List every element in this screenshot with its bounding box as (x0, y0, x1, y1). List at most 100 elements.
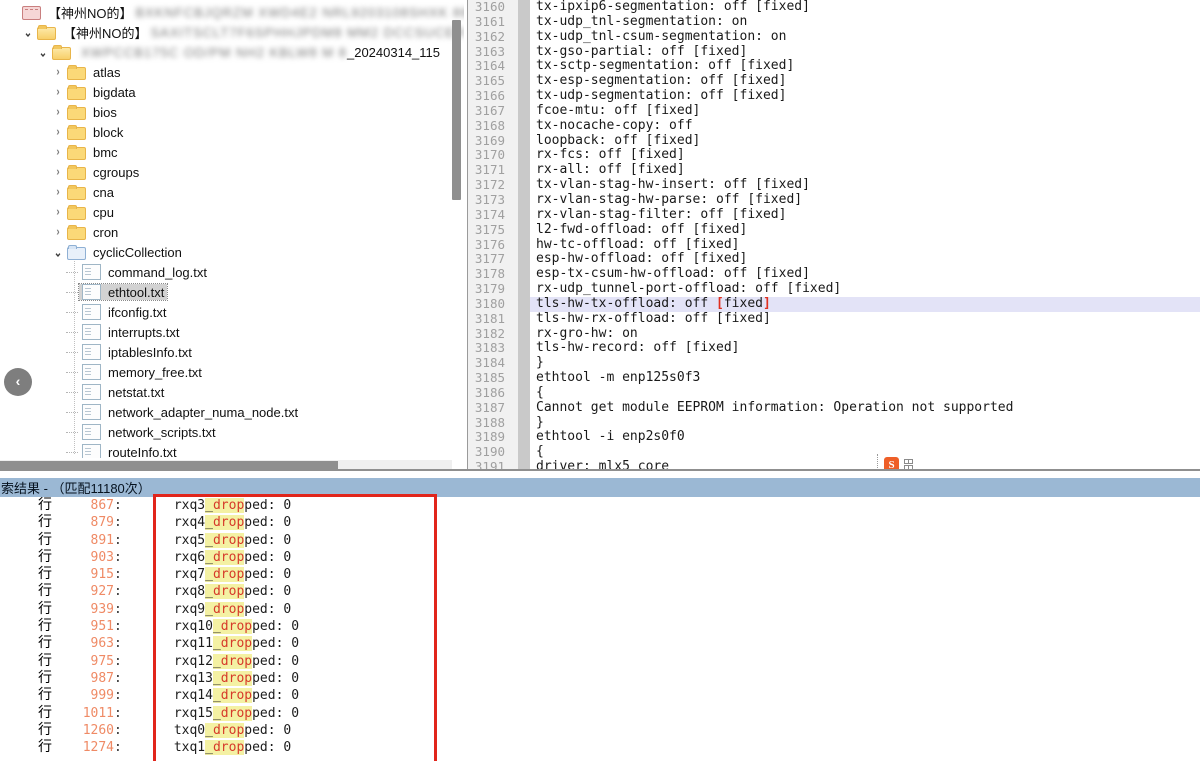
editor-line-3185[interactable]: 3185ethtool -m enp125s0f3 (468, 371, 1200, 386)
tree-file-interrupts.txt[interactable]: interrupts.txt (0, 322, 464, 342)
tree-node-【神州NO的】[interactable]: 【神州NO的】BXKNFCBJQRZM XWD4E2 NRL9203108SHX… (0, 2, 464, 22)
editor-line-3187[interactable]: 3187Cannot get module EEPROM information… (468, 401, 1200, 416)
text-editor[interactable]: 3160tx-ipxip6-segmentation: off [fixed]3… (467, 0, 1200, 470)
chevron-right-icon[interactable]: › (52, 204, 65, 219)
tree-file-ethtool.txt[interactable]: ethtool.txt (0, 282, 464, 302)
editor-line-3179[interactable]: 3179rx-udp_tunnel-port-offload: off [fix… (468, 282, 1200, 297)
line-text: tls-hw-tx-offload: off [fixed] (530, 297, 1200, 312)
result-text: rxq10_dropped: 0 (174, 618, 299, 635)
result-line-number: 891 (52, 532, 114, 549)
editor-line-3177[interactable]: 3177esp-hw-offload: off [fixed] (468, 252, 1200, 267)
result-row-line-1274[interactable]: 行1274:txq1_dropped: 0 (0, 739, 1200, 756)
editor-line-3167[interactable]: 3167fcoe-mtu: off [fixed] (468, 104, 1200, 119)
result-row-line-927[interactable]: 行927:rxq8_dropped: 0 (0, 583, 1200, 600)
tree-file-netstat.txt[interactable]: netstat.txt (0, 382, 464, 402)
editor-line-3174[interactable]: 3174rx-vlan-stag-filter: off [fixed] (468, 208, 1200, 223)
result-row-line-939[interactable]: 行939:rxq9_dropped: 0 (0, 601, 1200, 618)
colon: : (114, 566, 122, 583)
search-results-list[interactable]: 行867:rxq3_dropped: 0行879:rxq4_dropped: 0… (0, 497, 1200, 761)
tree-node-cron[interactable]: ›cron (0, 222, 464, 242)
editor-line-3175[interactable]: 3175l2-fwd-offload: off [fixed] (468, 223, 1200, 238)
chevron-right-icon[interactable]: › (52, 84, 65, 99)
editor-line-3162[interactable]: 3162tx-udp_tnl-csum-segmentation: on (468, 30, 1200, 45)
result-row-line-867[interactable]: 行867:rxq3_dropped: 0 (0, 497, 1200, 514)
result-row-line-903[interactable]: 行903:rxq6_dropped: 0 (0, 549, 1200, 566)
gutter-band (518, 238, 530, 253)
tree-horizontal-scrollbar-thumb[interactable] (0, 461, 338, 469)
folder-icon (67, 87, 86, 100)
chevron-right-icon[interactable]: › (52, 144, 65, 159)
result-row-line-999[interactable]: 行999:rxq14_dropped: 0 (0, 687, 1200, 704)
tree-node-bmc[interactable]: ›bmc (0, 142, 464, 162)
tree-file-network_scripts.txt[interactable]: network_scripts.txt (0, 422, 464, 442)
editor-line-3169[interactable]: 3169loopback: off [fixed] (468, 134, 1200, 149)
tree-node-cyclicCollection[interactable]: ⌄cyclicCollection (0, 242, 464, 262)
editor-line-3161[interactable]: 3161tx-udp_tnl-segmentation: on (468, 15, 1200, 30)
tree-node-bigdata[interactable]: ›bigdata (0, 82, 464, 102)
line-text: tx-udp_tnl-csum-segmentation: on (530, 30, 1200, 45)
tree-node-【神州NO的】[interactable]: ⌄【神州NO的】SAXITSCLT7F6SPHHJPDM8 MM2 DCCSUC… (0, 22, 464, 42)
chevron-right-icon[interactable]: › (52, 164, 65, 179)
tree-file-routeInfo.txt[interactable]: routeInfo.txt (0, 442, 464, 458)
chevron-down-icon[interactable]: ⌄ (52, 244, 65, 259)
tree-node-cpu[interactable]: ›cpu (0, 202, 464, 222)
text-file-icon (82, 324, 101, 340)
editor-line-3160[interactable]: 3160tx-ipxip6-segmentation: off [fixed] (468, 0, 1200, 15)
editor-line-3170[interactable]: 3170rx-fcs: off [fixed] (468, 148, 1200, 163)
editor-line-3165[interactable]: 3165tx-esp-segmentation: off [fixed] (468, 74, 1200, 89)
tree-file-ifconfig.txt[interactable]: ifconfig.txt (0, 302, 464, 322)
tree-file-network_adapter_numa_node.txt[interactable]: network_adapter_numa_node.txt (0, 402, 464, 422)
editor-line-3176[interactable]: 3176hw-tc-offload: off [fixed] (468, 238, 1200, 253)
editor-line-3171[interactable]: 3171rx-all: off [fixed] (468, 163, 1200, 178)
tree-file-iptablesInfo.txt[interactable]: iptablesInfo.txt (0, 342, 464, 362)
editor-line-3183[interactable]: 3183tls-hw-record: off [fixed] (468, 341, 1200, 356)
result-row-line-1260[interactable]: 行1260:txq0_dropped: 0 (0, 722, 1200, 739)
tree-vertical-scrollbar[interactable] (452, 20, 461, 200)
chevron-right-icon[interactable]: › (52, 124, 65, 139)
editor-line-3168[interactable]: 3168tx-nocache-copy: off (468, 119, 1200, 134)
editor-line-3178[interactable]: 3178esp-tx-csum-hw-offload: off [fixed] (468, 267, 1200, 282)
row-label: 行 (38, 497, 52, 514)
line-text: rx-fcs: off [fixed] (530, 148, 1200, 163)
editor-line-3172[interactable]: 3172tx-vlan-stag-hw-insert: off [fixed] (468, 178, 1200, 193)
result-row-line-915[interactable]: 行915:rxq7_dropped: 0 (0, 566, 1200, 583)
chevron-right-icon[interactable]: › (52, 224, 65, 239)
result-row-line-963[interactable]: 行963:rxq11_dropped: 0 (0, 635, 1200, 652)
result-row-line-975[interactable]: 行975:rxq12_dropped: 0 (0, 653, 1200, 670)
result-row-line-879[interactable]: 行879:rxq4_dropped: 0 (0, 514, 1200, 531)
editor-line-3182[interactable]: 3182rx-gro-hw: on (468, 327, 1200, 342)
editor-line-3190[interactable]: 3190{ (468, 445, 1200, 460)
panel-collapse-button[interactable]: ‹ (4, 368, 32, 396)
tree-node-bios[interactable]: ›bios (0, 102, 464, 122)
editor-line-3173[interactable]: 3173rx-vlan-stag-hw-parse: off [fixed] (468, 193, 1200, 208)
tree-file-memory_free.txt[interactable]: memory_free.txt (0, 362, 464, 382)
result-row-line-1011[interactable]: 行1011:rxq15_dropped: 0 (0, 705, 1200, 722)
chevron-right-icon[interactable]: › (52, 184, 65, 199)
result-row-line-951[interactable]: 行951:rxq10_dropped: 0 (0, 618, 1200, 635)
result-row-line-987[interactable]: 行987:rxq13_dropped: 0 (0, 670, 1200, 687)
editor-line-3186[interactable]: 3186{ (468, 386, 1200, 401)
chevron-right-icon[interactable]: › (52, 104, 65, 119)
tree-node-block[interactable]: ›block (0, 122, 464, 142)
tree-node-redacted[interactable]: ⌄XWPCCB175C OD/PM NH2 KBLW8 M 8_20240314… (0, 42, 464, 62)
tree-node-cgroups[interactable]: ›cgroups (0, 162, 464, 182)
chevron-right-icon[interactable]: › (52, 64, 65, 79)
editor-line-3180[interactable]: 3180tls-hw-tx-offload: off [fixed] (468, 297, 1200, 312)
tree-file-command_log.txt[interactable]: command_log.txt (0, 262, 464, 282)
editor-line-3181[interactable]: 3181tls-hw-rx-offload: off [fixed] (468, 312, 1200, 327)
line-number: 3172 (468, 178, 518, 193)
editor-line-3163[interactable]: 3163tx-gso-partial: off [fixed] (468, 45, 1200, 60)
result-text: rxq7_dropped: 0 (174, 566, 291, 583)
editor-line-3166[interactable]: 3166tx-udp-segmentation: off [fixed] (468, 89, 1200, 104)
editor-line-3164[interactable]: 3164tx-sctp-segmentation: off [fixed] (468, 59, 1200, 74)
tree-node-atlas[interactable]: ›atlas (0, 62, 464, 82)
editor-line-3188[interactable]: 3188} (468, 416, 1200, 431)
result-row-line-891[interactable]: 行891:rxq5_dropped: 0 (0, 532, 1200, 549)
chevron-down-icon[interactable]: ⌄ (22, 24, 35, 39)
tree-connector (66, 272, 78, 273)
line-text: tls-hw-record: off [fixed] (530, 341, 1200, 356)
editor-line-3189[interactable]: 3189ethtool -i enp2s0f0 (468, 430, 1200, 445)
chevron-down-icon[interactable]: ⌄ (37, 44, 50, 59)
editor-line-3184[interactable]: 3184} (468, 356, 1200, 371)
tree-node-cna[interactable]: ›cna (0, 182, 464, 202)
